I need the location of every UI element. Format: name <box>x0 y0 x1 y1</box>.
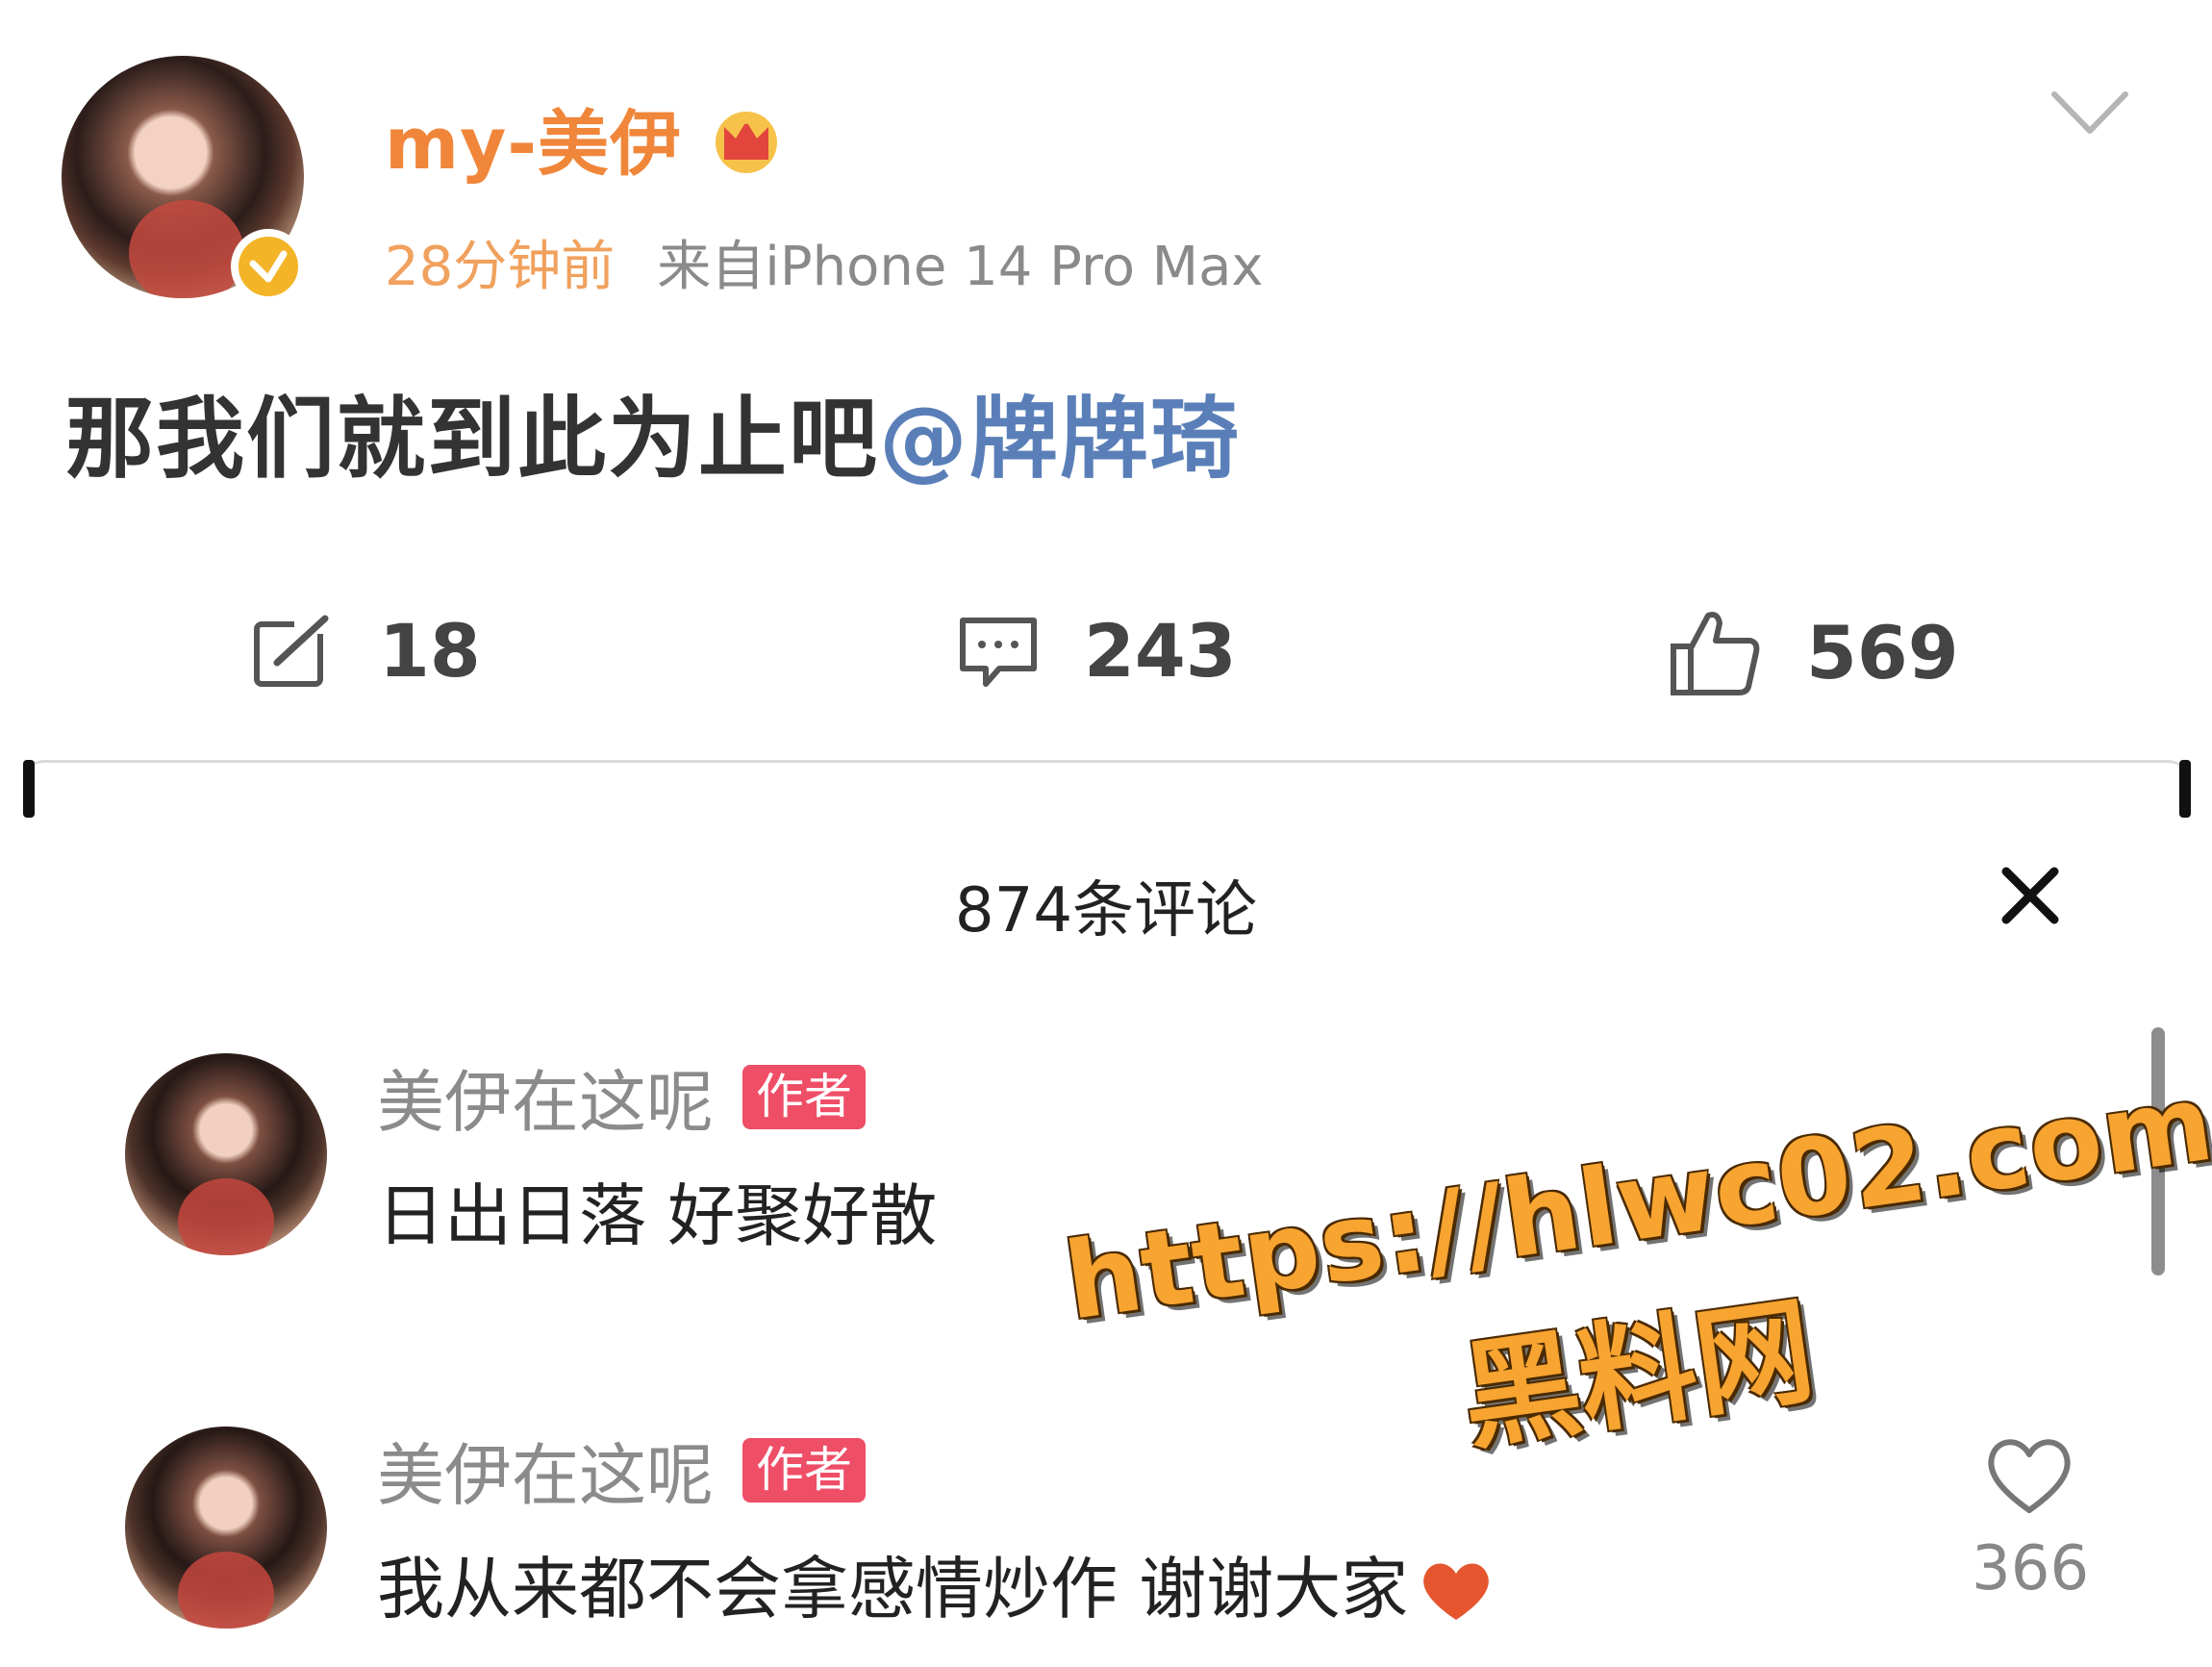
mention-link[interactable]: @牌牌琦 <box>879 388 1241 491</box>
commenter-name[interactable]: 美伊在这呢 <box>377 1048 714 1146</box>
thumbs-up-icon <box>1671 612 1760 695</box>
post-text: 那我们就到此为止吧@牌牌琦 <box>65 367 1241 495</box>
comment-button[interactable]: 243 <box>957 608 1237 694</box>
author-badge: 作者 <box>742 1438 866 1503</box>
like-count: 569 <box>1806 609 1959 695</box>
scrollbar[interactable] <box>2151 1027 2165 1276</box>
commenter-avatar[interactable] <box>125 1427 327 1629</box>
action-bar: 18 243 569 <box>0 587 2212 721</box>
verified-icon <box>231 229 306 304</box>
comment-text: 我从来都不会拿感情炒作 谢谢大家 <box>377 1550 1409 1629</box>
post-source: 来自iPhone 14 Pro Max <box>657 236 1264 298</box>
sheet-corner <box>23 760 35 818</box>
post-time: 28分钟前 <box>385 236 616 298</box>
repost-button[interactable]: 18 <box>252 608 481 694</box>
comment-like[interactable]: 366 <box>1972 1433 2090 1604</box>
post-body: 那我们就到此为止吧 <box>65 388 880 491</box>
comments-title: 874条评论 <box>954 875 1258 947</box>
heart-icon <box>1423 1563 1490 1620</box>
post-meta: 28分钟前 来自iPhone 14 Pro Max <box>385 223 1264 301</box>
repost-icon <box>254 612 333 687</box>
comment-like-count: 366 <box>1972 1533 2090 1604</box>
sheet-corner <box>2179 760 2191 818</box>
comment-text-row: 我从来都不会拿感情炒作 谢谢大家 <box>377 1535 1495 1632</box>
like-button[interactable]: 569 <box>1670 608 1959 696</box>
comment-text: 日出日落 好聚好散 <box>377 1176 938 1255</box>
crown-icon <box>716 111 778 173</box>
close-icon[interactable] <box>2000 866 2060 925</box>
commenter-name[interactable]: 美伊在这呢 <box>377 1422 714 1519</box>
chevron-down-icon[interactable] <box>2047 85 2133 142</box>
heart-outline-icon[interactable] <box>1983 1433 2075 1516</box>
poster-username[interactable]: my-美伊 <box>385 87 790 189</box>
poster-username-text[interactable]: my-美伊 <box>385 87 682 189</box>
comment-count: 243 <box>1084 608 1237 694</box>
repost-count: 18 <box>379 608 481 694</box>
author-badge: 作者 <box>742 1065 866 1129</box>
commenter-name-row: 美伊在这呢 作者 <box>377 1422 866 1519</box>
commenter-name-row: 美伊在这呢 作者 <box>377 1048 866 1146</box>
comment-icon <box>960 617 1037 687</box>
commenter-avatar[interactable] <box>125 1053 327 1255</box>
